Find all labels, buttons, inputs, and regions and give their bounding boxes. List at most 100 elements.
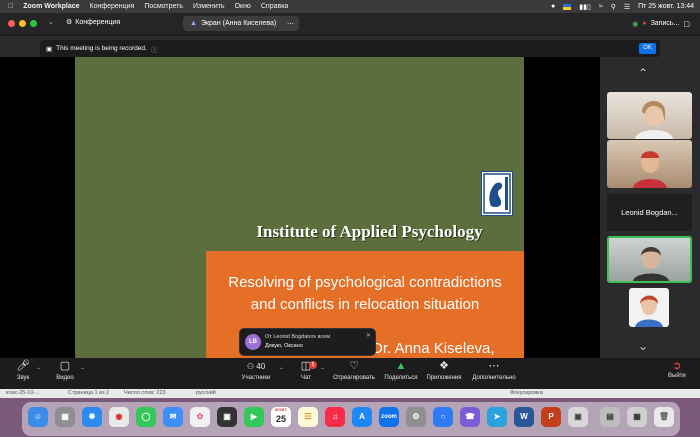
leave-button[interactable]: ➲ Выйти xyxy=(668,360,686,379)
meeting-toolbar: 🎤︎ Звук ⌃ ▢ Видео ⌃ ⚇ 40 Участники ⌃ ◫ Ч… xyxy=(0,358,700,389)
keyboard-layout-icon[interactable] xyxy=(563,3,572,10)
ok-button[interactable]: OK xyxy=(639,43,656,54)
heart-icon: ♡ xyxy=(349,360,359,372)
gear-icon: ⚙ xyxy=(66,19,73,26)
slide-author: Dr. Anna Kiseleva, xyxy=(372,340,495,357)
leave-icon: ➲ xyxy=(672,360,682,372)
recording-status[interactable]: ◉ ● Запись... ▢ xyxy=(632,17,690,30)
minimize-window-button[interactable] xyxy=(19,20,26,27)
zoom-status-icon[interactable]: ● xyxy=(551,3,555,10)
menu-app-name[interactable]: Zoom Workplace xyxy=(23,3,79,10)
screen-share-icon: ▲ xyxy=(190,20,197,27)
viber-icon[interactable]: ☎ xyxy=(460,407,480,427)
control-center-icon[interactable]: ☰ xyxy=(624,3,630,11)
telegram-icon[interactable]: ➤ xyxy=(487,407,507,427)
chat-options-caret-icon[interactable]: ⌃ xyxy=(320,367,325,374)
info-icon[interactable]: ⓘ xyxy=(151,44,158,54)
recording-label: Запись... xyxy=(650,20,680,27)
slide-title: Institute of Applied Psychology xyxy=(256,222,483,241)
photos-icon[interactable]: ✿ xyxy=(190,407,210,427)
audio-options-caret-icon[interactable]: ⌃ xyxy=(36,367,41,374)
system-settings-icon[interactable]: ⚙ xyxy=(406,407,426,427)
menu-view[interactable]: Посмотреть xyxy=(144,3,183,10)
close-icon[interactable]: ✕ xyxy=(366,332,371,339)
share-button[interactable]: ▲ Поделиться xyxy=(380,360,422,381)
trash-icon[interactable]: 🗑︎ xyxy=(654,407,674,427)
zoom-window-button[interactable] xyxy=(30,20,37,27)
word-icon[interactable]: W xyxy=(514,407,534,427)
mail-icon[interactable]: ✉ xyxy=(163,407,183,427)
more-button[interactable]: ⋯ Дополнительно xyxy=(470,360,518,381)
conference-info-button[interactable]: ⚙ Конференция xyxy=(66,18,120,27)
chat-notification-message: Дякую, Оксано xyxy=(265,343,303,349)
menu-edit[interactable]: Изменить xyxy=(193,3,225,10)
status-words[interactable]: Число слов: 223 xyxy=(124,390,166,396)
status-pages[interactable]: Страница 1 из 2 xyxy=(68,390,109,396)
share-label: Поделиться xyxy=(384,375,418,381)
video-options-caret-icon[interactable]: ⌃ xyxy=(80,367,85,374)
menu-help[interactable]: Справка xyxy=(261,3,288,10)
participant-name-tile[interactable]: Leonid Bogdan... xyxy=(607,194,692,231)
clock[interactable]: Пт 25 жовт. 13:44 xyxy=(638,3,694,10)
recording-dot-icon: ● xyxy=(642,20,647,27)
avatar: LB xyxy=(245,334,261,350)
participants-count: 40 xyxy=(256,362,266,371)
audio-button[interactable]: 🎤︎ Звук xyxy=(12,360,34,381)
options-icon[interactable]: ⋯ xyxy=(287,20,294,28)
app-store-icon[interactable]: A xyxy=(352,407,372,427)
institute-logo xyxy=(481,171,513,216)
slide-subtitle-line-2: and conflicts in relocation situation xyxy=(250,296,480,313)
safari-icon[interactable]: ✹ xyxy=(82,407,102,427)
apps-button[interactable]: ❖ Приложения xyxy=(424,360,464,381)
participants-label: Участники xyxy=(241,375,271,381)
chevron-down-icon[interactable]: ⌄ xyxy=(638,339,648,353)
messages-icon[interactable]: ◯ xyxy=(136,407,156,427)
finder-icon[interactable]: ☺ xyxy=(28,407,48,427)
notes-icon[interactable]: ☰ xyxy=(298,407,318,427)
facetime-icon[interactable]: ▶ xyxy=(244,407,264,427)
photo-booth-icon[interactable]: ▣ xyxy=(217,407,237,427)
participants-icon: ⚇ 40 xyxy=(246,362,266,371)
security-shield-icon: ◉ xyxy=(632,20,639,28)
close-window-button[interactable] xyxy=(8,20,15,27)
chevron-down-icon[interactable]: ⌄ xyxy=(48,18,54,26)
participant-video-2[interactable] xyxy=(607,140,692,188)
screen-share-label: Экран (Анна Киселева) xyxy=(200,20,277,27)
participants-options-caret-icon[interactable]: ⌃ xyxy=(279,367,284,374)
battery-icon[interactable]: ▮▮▯ xyxy=(579,3,591,11)
chat-notification[interactable]: LB От Leonid Bogdanov всем Дякую, Оксано… xyxy=(239,328,376,356)
macos-menu-bar:  Zoom Workplace Конференция Посмотреть … xyxy=(0,0,700,13)
participant-avatar-tile[interactable] xyxy=(607,287,692,328)
video-button[interactable]: ▢ Видео xyxy=(53,360,77,381)
document-status-bar: клас-25-10-... Страница 1 из 2 Число сло… xyxy=(0,389,700,398)
react-label: Отреагировать xyxy=(333,375,375,381)
recording-banner-text: This meeting is being recorded. xyxy=(56,45,147,52)
recent-document-icon[interactable]: ▤ xyxy=(600,407,620,427)
menu-window[interactable]: Окно xyxy=(235,3,251,10)
participants-button[interactable]: ⚇ 40 Участники xyxy=(236,360,276,381)
screen-share-view-pill[interactable]: ▲ Экран (Анна Киселева) ⋯ xyxy=(183,16,299,31)
zoom-app-icon[interactable]: zoom xyxy=(379,407,399,427)
music-icon[interactable]: ♫ xyxy=(325,407,345,427)
fullscreen-icon[interactable]: ▢ xyxy=(683,20,690,28)
react-button[interactable]: ♡ Отреагировать xyxy=(330,360,378,381)
calendar-icon[interactable]: ЖОВТ. 25 xyxy=(271,407,291,427)
status-focus[interactable]: Фокусировка xyxy=(510,390,543,396)
participant-video-1[interactable] xyxy=(607,92,692,139)
status-language[interactable]: русский xyxy=(196,390,216,396)
more-icon: ⋯ xyxy=(488,360,500,372)
chevron-up-icon[interactable]: ⌃ xyxy=(638,66,648,80)
chrome-icon[interactable]: ◉ xyxy=(109,407,129,427)
preview-icon[interactable]: ▣ xyxy=(568,407,588,427)
recording-banner: ▣ This meeting is being recorded. ⓘ OK xyxy=(40,40,660,57)
menu-conference[interactable]: Конференция xyxy=(90,3,135,10)
powerpoint-icon[interactable]: P xyxy=(541,407,561,427)
slide-subtitle-line-1: Resolving of psychological contradiction… xyxy=(228,274,502,291)
wifi-icon[interactable]: ≈ xyxy=(599,3,603,10)
participant-video-active-speaker[interactable] xyxy=(607,236,692,283)
downloads-icon[interactable]: ▦ xyxy=(627,407,647,427)
contacts-icon[interactable]: ○ xyxy=(433,407,453,427)
launchpad-icon[interactable]: ▦ xyxy=(55,407,75,427)
apple-icon[interactable]:  xyxy=(8,3,13,10)
search-icon[interactable]: ⚲ xyxy=(611,3,616,11)
